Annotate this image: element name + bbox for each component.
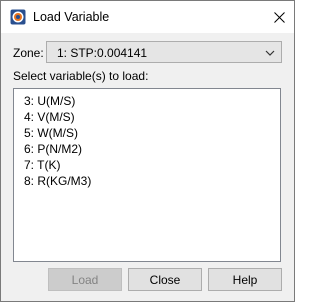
list-item[interactable]: 5: W(M/S) <box>24 125 78 141</box>
variables-label: Select variable(s) to load: <box>13 69 149 83</box>
close-icon <box>273 11 285 23</box>
zone-dropdown[interactable]: 1: STP:0.004141 <box>46 41 282 63</box>
list-item[interactable]: 6: P(N/M2) <box>24 141 82 157</box>
title-bar: Load Variable <box>1 1 294 33</box>
help-button[interactable]: Help <box>208 268 282 291</box>
list-item[interactable]: 8: R(KG/M3) <box>24 173 91 189</box>
load-variable-dialog: Load Variable Zone: 1: STP:0.004141 Sele… <box>0 0 295 302</box>
load-button[interactable]: Load <box>48 268 122 291</box>
window-title: Load Variable <box>33 10 110 24</box>
chevron-down-icon <box>265 50 275 56</box>
list-item[interactable]: 4: V(M/S) <box>24 109 75 125</box>
tecplot-app-icon <box>10 9 26 25</box>
variable-list[interactable]: 3: U(M/S) 4: V(M/S) 5: W(M/S) 6: P(N/M2)… <box>13 88 281 262</box>
close-button[interactable]: Close <box>128 268 202 291</box>
list-item[interactable]: 3: U(M/S) <box>24 93 75 109</box>
zone-selected-value: 1: STP:0.004141 <box>57 46 148 60</box>
list-item[interactable]: 7: T(K) <box>24 157 60 173</box>
close-window-button[interactable] <box>264 1 294 33</box>
zone-label: Zone: <box>13 46 44 60</box>
